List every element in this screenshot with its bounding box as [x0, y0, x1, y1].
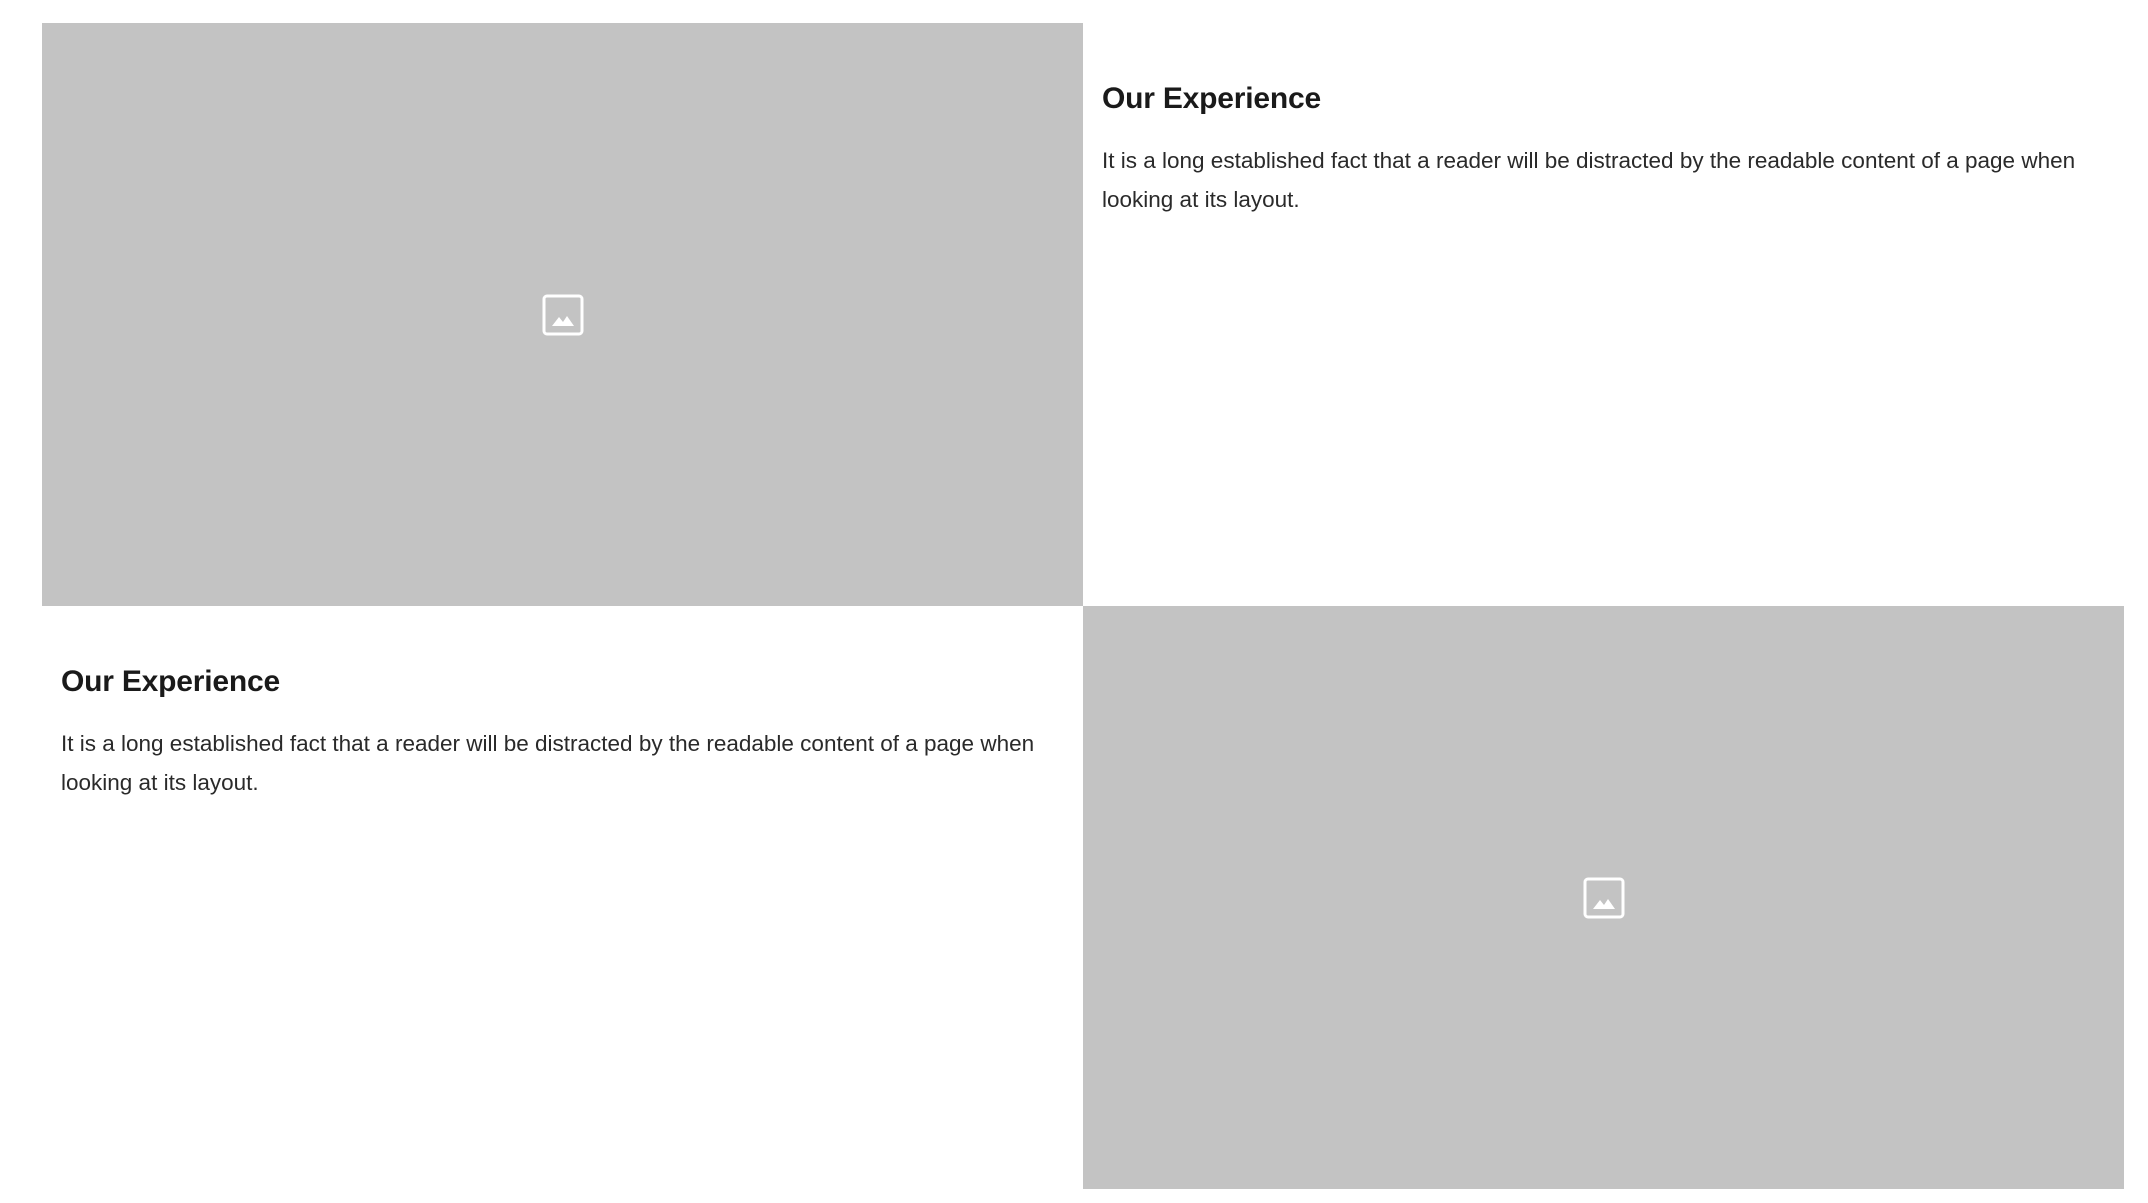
image-placeholder: [42, 23, 1083, 606]
page: Our Experience It is a long established …: [0, 0, 2148, 1203]
feature-heading: Our Experience: [1102, 82, 1321, 115]
image-placeholder: [1083, 606, 2124, 1189]
feature-row-2: Our Experience It is a long established …: [42, 606, 2124, 1189]
feature-text-block: Our Experience It is a long established …: [1083, 23, 2124, 606]
image-placeholder-icon: [1583, 877, 1624, 918]
feature-text-block: Our Experience It is a long established …: [42, 606, 1083, 1189]
image-placeholder-icon: [542, 294, 583, 335]
feature-description: It is a long established fact that a rea…: [61, 731, 1035, 795]
feature-heading: Our Experience: [61, 665, 280, 698]
feature-row-1: Our Experience It is a long established …: [42, 23, 2124, 606]
feature-description: It is a long established fact that a rea…: [1102, 148, 2076, 212]
